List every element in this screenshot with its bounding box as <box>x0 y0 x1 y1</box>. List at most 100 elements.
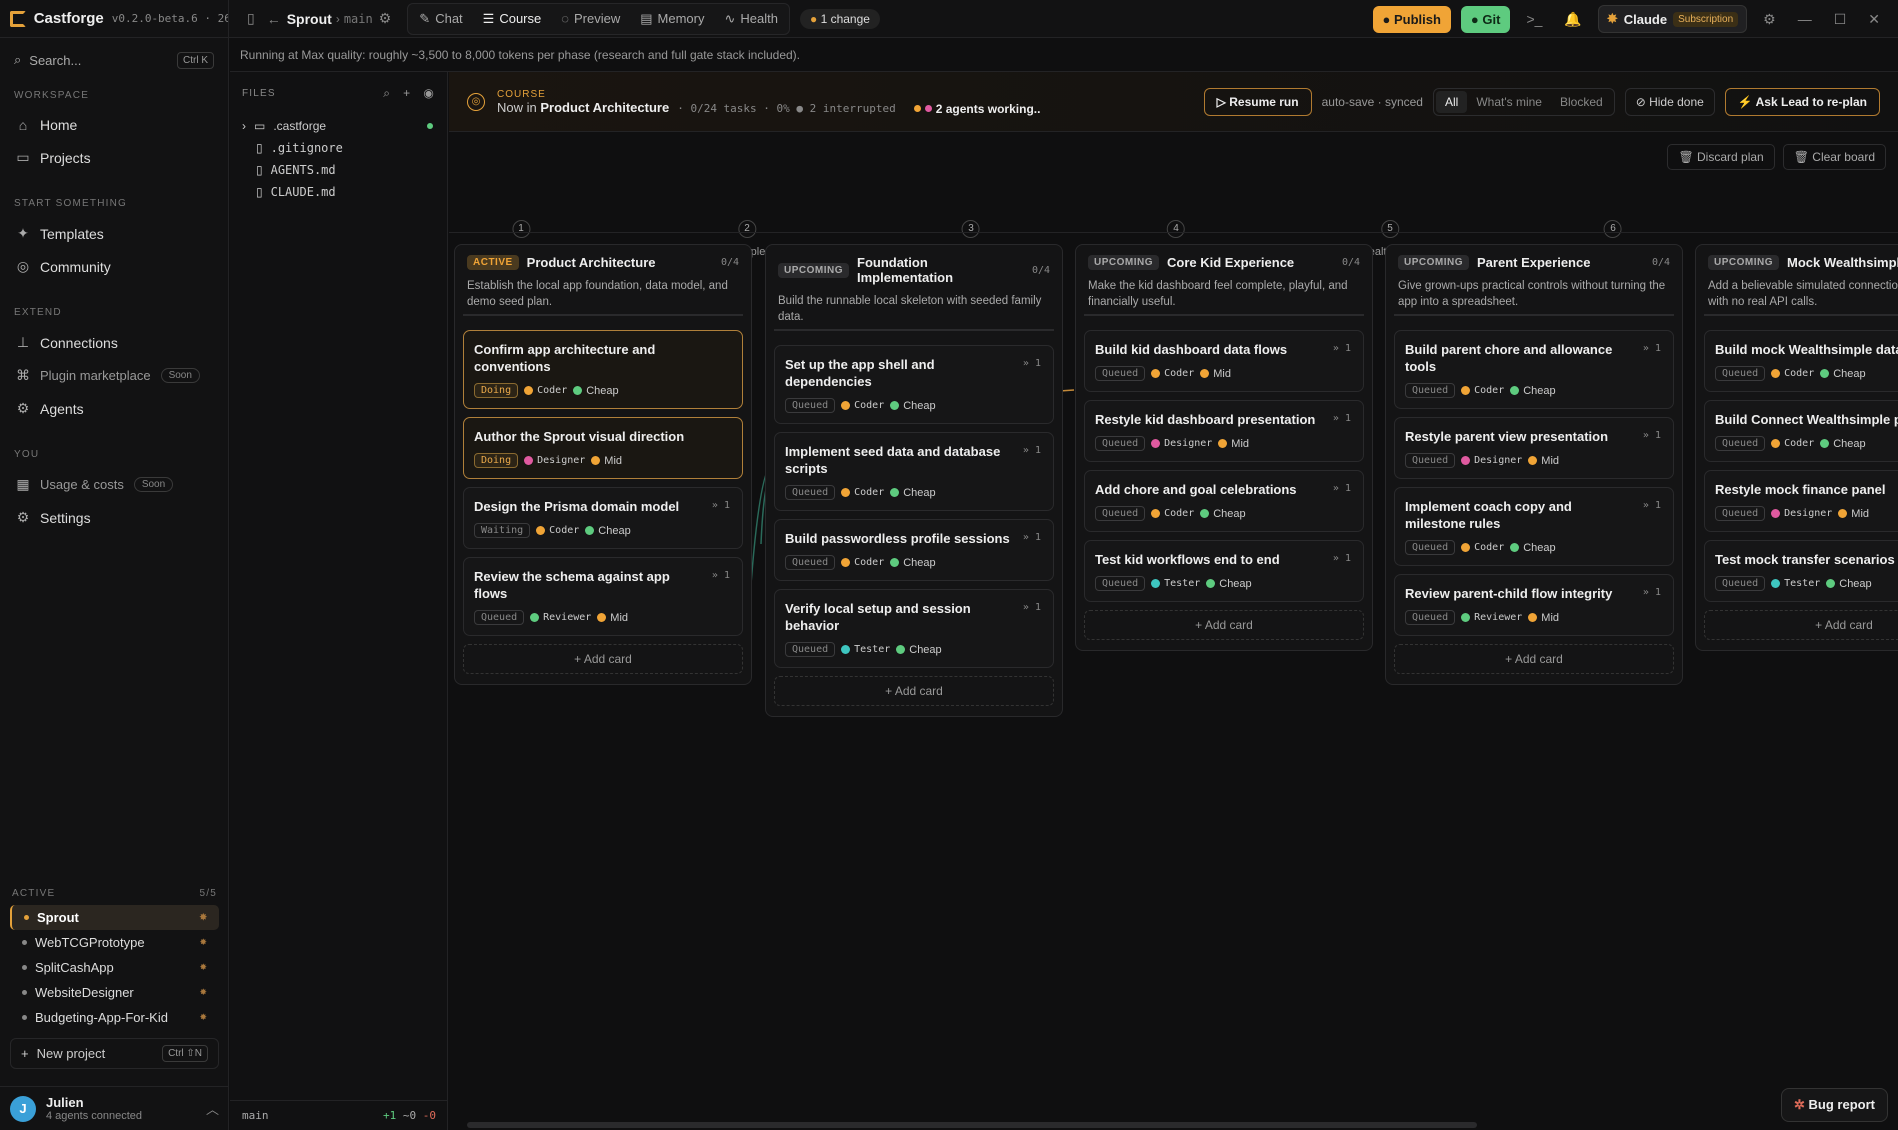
sidebar-project-item[interactable]: WebsiteDesigner ✸ <box>10 980 219 1005</box>
project-dot <box>22 990 27 995</box>
task-card[interactable]: Add chore and goal celebrations » 1 Queued… <box>1084 470 1364 532</box>
settings-icon[interactable]: ⚙ <box>1757 11 1782 28</box>
changes-badge[interactable]: ● 1 change <box>799 8 880 29</box>
phase-column: UPCOMING Parent Experience 0/4 Give grown-u… <box>1385 244 1683 685</box>
phase-status-badge: UPCOMING <box>778 262 849 278</box>
add-card-button[interactable]: + Add card <box>463 644 743 674</box>
task-card[interactable]: Set up the app shell and dependencies » 1… <box>774 345 1054 424</box>
dependency-count: » 1 <box>1022 358 1041 369</box>
task-card[interactable]: Author the Sprout visual direction Doing D… <box>463 417 743 479</box>
project-breadcrumb[interactable]: Sprout <box>287 11 332 27</box>
task-card[interactable]: Review parent-child flow integrity » 1 Que… <box>1394 574 1674 636</box>
task-card[interactable]: Build kid dashboard data flows » 1 Queued C… <box>1084 330 1364 392</box>
column-title: Parent Experience <box>1477 255 1591 270</box>
terminal-icon[interactable]: >_ <box>1520 11 1548 27</box>
status-badge: Queued <box>1405 453 1456 468</box>
plus-icon[interactable]: + <box>403 86 411 101</box>
task-card[interactable]: Restyle mock finance panel Queued Designer… <box>1704 470 1898 532</box>
bug-report-button[interactable]: ✲ Bug report <box>1781 1088 1888 1122</box>
sidebar-project-item[interactable]: Budgeting-App-For-Kid ✸ <box>10 1005 219 1030</box>
model-selector[interactable]: ✸ Claude Subscription <box>1597 5 1748 33</box>
sidebar-item-plugins[interactable]: ⌘ Plugin marketplace Soon <box>0 359 228 392</box>
clear-board-button[interactable]: 🗑 Clear board <box>1782 144 1886 170</box>
status-badge: Doing <box>474 383 519 398</box>
tab-chat[interactable]: ✎ Chat <box>411 7 470 31</box>
resume-run-button[interactable]: ▷ Resume run <box>1203 87 1312 116</box>
section-start: START SOMETHING <box>14 198 128 209</box>
tab-health[interactable]: ∿ Health <box>716 7 785 31</box>
search-icon[interactable]: ⌕ <box>383 86 391 101</box>
task-card[interactable]: Implement coach copy and milestone rules… <box>1394 487 1674 566</box>
add-card-button[interactable]: + Add card <box>1394 644 1674 674</box>
sidebar-project-item[interactable]: Sprout ✸ <box>10 905 219 930</box>
bell-icon[interactable]: 🔔 <box>1558 11 1587 28</box>
minimize-icon[interactable]: — <box>1792 11 1818 27</box>
task-card[interactable]: Build passwordless profile sessions » 1 Qu… <box>774 519 1054 581</box>
filter-all[interactable]: All <box>1435 90 1468 113</box>
search-input[interactable]: ⌕ Search... Ctrl K <box>14 48 214 72</box>
replan-button[interactable]: ⚡ Ask Lead to re-plan <box>1724 87 1880 116</box>
filter-blocked[interactable]: Blocked <box>1551 91 1612 113</box>
sidebar-item-projects[interactable]: ▭ Projects <box>0 141 228 174</box>
task-card[interactable]: Test mock transfer scenarios Queued Tester… <box>1704 540 1898 602</box>
task-card[interactable]: Restyle parent view presentation » 1 Queue… <box>1394 417 1674 479</box>
eye-icon[interactable]: ◉ <box>423 86 435 101</box>
task-card[interactable]: Restyle kid dashboard presentation » 1 Que… <box>1084 400 1364 462</box>
task-card[interactable]: Build Connect Wealthsimple page Queued Cod… <box>1704 400 1898 462</box>
task-card[interactable]: Design the Prisma domain model » 1 Waiting… <box>463 487 743 549</box>
sidebar-item-settings[interactable]: ⚙ Settings <box>0 501 228 534</box>
task-card[interactable]: Test kid workflows end to end » 1 Queued Te… <box>1084 540 1364 602</box>
task-card[interactable]: Build parent chore and allowance tools » … <box>1394 330 1674 409</box>
add-card-button[interactable]: + Add card <box>1084 610 1364 640</box>
publish-button[interactable]: ● Publish <box>1372 5 1451 33</box>
tab-memory[interactable]: ▤ Memory <box>632 7 712 31</box>
tier-tag: Cheap <box>573 385 619 397</box>
maximize-icon[interactable]: ☐ <box>1828 11 1853 28</box>
claude-icon: ✸ <box>1606 11 1618 26</box>
role-tag: Coder <box>1461 385 1504 396</box>
filter-mine[interactable]: What's mine <box>1467 91 1551 113</box>
file-icon: ▯ <box>256 141 263 155</box>
sidebar-project-item[interactable]: WebTCGPrototype ✸ <box>10 930 219 955</box>
file-item[interactable]: ▯ CLAUDE.md <box>230 181 447 203</box>
task-title: Restyle mock finance panel <box>1715 482 1886 497</box>
sidebar-item-connections[interactable]: ⊥ Connections <box>0 326 228 359</box>
sidebar-toggle-icon[interactable]: ▯ <box>241 10 261 27</box>
tier-tag: Mid <box>1528 455 1559 467</box>
user-profile[interactable]: J Julien 4 agents connected ︿ <box>0 1086 229 1130</box>
sidebar-project-item[interactable]: SplitCashApp ✸ <box>10 955 219 980</box>
new-project-button[interactable]: + New project Ctrl ⇧N <box>10 1038 219 1069</box>
tab-course[interactable]: ☰ Course <box>475 7 550 31</box>
task-card[interactable]: Implement seed data and database scripts… <box>774 432 1054 511</box>
task-card[interactable]: Review the schema against app flows » 1 Qu… <box>463 557 743 636</box>
git-button[interactable]: ● Git <box>1460 5 1511 33</box>
tier-tag: Cheap <box>1826 578 1872 590</box>
horizontal-scrollbar[interactable] <box>467 1122 1477 1128</box>
tier-tag: Cheap <box>1820 368 1866 380</box>
branch-breadcrumb[interactable]: main <box>344 12 373 26</box>
gear-icon[interactable]: ⚙ <box>373 10 398 27</box>
sidebar-item-templates[interactable]: ✦ Templates <box>0 217 228 250</box>
file-item[interactable]: ▯ .gitignore <box>230 137 447 159</box>
task-title: Implement coach copy and milestone rules <box>1405 499 1572 531</box>
sidebar-item-agents[interactable]: ⚙ Agents <box>0 392 228 425</box>
modified-dot <box>427 123 433 129</box>
discard-plan-button[interactable]: 🗑 Discard plan <box>1667 144 1775 170</box>
add-card-button[interactable]: + Add card <box>774 676 1054 706</box>
tab-preview[interactable]: ◌ Preview <box>553 7 628 31</box>
sidebar-item-usage[interactable]: ▦ Usage & costs Soon <box>0 468 228 501</box>
add-card-button[interactable]: + Add card <box>1704 610 1898 640</box>
column-description: Add a believable simulated connection ex… <box>1704 270 1898 316</box>
task-card[interactable]: Confirm app architecture and conventions… <box>463 330 743 409</box>
dependency-count: » 1 <box>1642 500 1661 511</box>
file-item[interactable]: ▯ AGENTS.md <box>230 159 447 181</box>
file-item[interactable]: › ▭ .castforge <box>230 115 447 137</box>
task-card[interactable]: Verify local setup and session behavior »… <box>774 589 1054 668</box>
sidebar-item-home[interactable]: ⌂ Home <box>0 109 228 141</box>
close-icon[interactable]: ✕ <box>1862 11 1886 28</box>
status-badge: Queued <box>785 398 836 413</box>
sidebar-item-community[interactable]: ◎ Community <box>0 250 228 283</box>
task-card[interactable]: Build mock Wealthsimple data Queued Coder C… <box>1704 330 1898 392</box>
hide-done-button[interactable]: ⊘ Hide done <box>1624 87 1715 116</box>
back-arrow-icon[interactable]: ← <box>261 11 287 27</box>
